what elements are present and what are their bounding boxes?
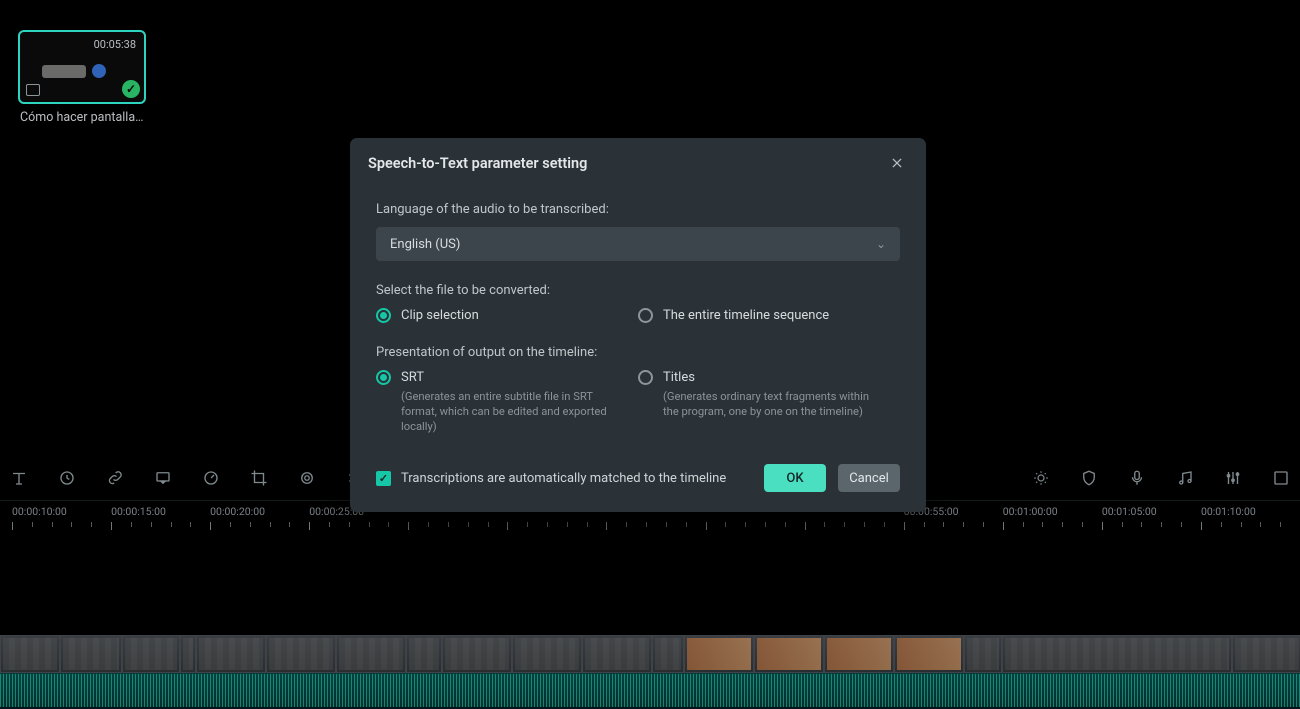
ruler-time-label: 00:01:05:00 xyxy=(1102,505,1157,518)
radio-on-icon xyxy=(376,308,391,323)
checkbox-on-icon: ✓ xyxy=(376,471,391,486)
timeline-clip[interactable] xyxy=(652,635,684,673)
radio-entire-timeline[interactable]: The entire timeline sequence xyxy=(638,308,900,323)
close-icon[interactable] xyxy=(886,152,908,174)
file-select-label: Select the file to be converted: xyxy=(376,283,900,298)
language-label: Language of the audio to be transcribed: xyxy=(376,202,900,217)
expand-icon[interactable] xyxy=(1270,467,1292,489)
timeline-clip[interactable] xyxy=(196,635,266,673)
cancel-button[interactable]: Cancel xyxy=(838,464,900,492)
media-thumbnail[interactable]: 00:05:38 ✓ Cómo hacer pantallas ... xyxy=(18,30,148,455)
radio-on-icon xyxy=(376,370,391,385)
ruler-time-label: 00:00:15:00 xyxy=(111,505,166,518)
audio-track[interactable] xyxy=(0,673,1300,707)
radio-titles[interactable]: Titles xyxy=(638,370,900,385)
radio-off-icon xyxy=(638,370,653,385)
crop-icon[interactable] xyxy=(248,467,270,489)
timeline-clip[interactable] xyxy=(1232,635,1300,673)
ruler-time-label: 00:00:10:00 xyxy=(12,505,67,518)
timeline-clip[interactable] xyxy=(406,635,442,673)
timeline-clip[interactable] xyxy=(512,635,582,673)
timeline-clip[interactable] xyxy=(582,635,652,673)
chevron-down-icon: ⌄ xyxy=(876,237,886,251)
timeline-clip[interactable] xyxy=(266,635,336,673)
speed-icon[interactable] xyxy=(200,467,222,489)
text-tool-icon[interactable] xyxy=(8,467,30,489)
timeline-clip[interactable] xyxy=(336,635,406,673)
ruler-time-label: 00:00:20:00 xyxy=(210,505,265,518)
timeline-clip[interactable] xyxy=(754,635,824,673)
modal-title: Speech-to-Text parameter setting xyxy=(368,155,587,172)
timeline-clip[interactable] xyxy=(442,635,512,673)
thumb-duration: 00:05:38 xyxy=(94,38,136,51)
srt-description: (Generates an entire subtitle file in SR… xyxy=(376,389,638,434)
radio-srt[interactable]: SRT xyxy=(376,370,638,385)
checkbox-label: Transcriptions are automatically matched… xyxy=(401,471,726,486)
speech-to-text-modal: Speech-to-Text parameter setting Languag… xyxy=(350,138,926,512)
timeline-clip[interactable] xyxy=(824,635,894,673)
mixer-icon[interactable] xyxy=(1222,467,1244,489)
aspect-icon xyxy=(26,84,40,96)
check-icon: ✓ xyxy=(122,80,140,98)
timeline-clip[interactable] xyxy=(894,635,964,673)
link-icon[interactable] xyxy=(104,467,126,489)
thumb-caption: Cómo hacer pantallas ... xyxy=(18,110,148,125)
timeline-clip[interactable] xyxy=(1002,635,1232,673)
thumb-preview-art xyxy=(42,65,86,78)
timeline-clip[interactable] xyxy=(60,635,122,673)
audio-waveform xyxy=(0,673,1300,707)
radio-clip-selection[interactable]: Clip selection xyxy=(376,308,638,323)
language-select[interactable]: English (US) ⌄ xyxy=(376,227,900,261)
brightness-icon[interactable] xyxy=(1030,467,1052,489)
output-label: Presentation of output on the timeline: xyxy=(376,345,900,360)
ok-button[interactable]: OK xyxy=(764,464,826,492)
mic-icon[interactable] xyxy=(1126,467,1148,489)
timeline-clip[interactable] xyxy=(0,635,60,673)
ruler-time-label: 00:01:00:00 xyxy=(1003,505,1058,518)
color-icon[interactable] xyxy=(296,467,318,489)
music-icon[interactable] xyxy=(1174,467,1196,489)
shield-icon[interactable] xyxy=(1078,467,1100,489)
timeline-clip[interactable] xyxy=(122,635,180,673)
auto-match-checkbox[interactable]: ✓ Transcriptions are automatically match… xyxy=(376,471,726,486)
screen-down-icon[interactable] xyxy=(152,467,174,489)
video-track[interactable] xyxy=(0,635,1300,673)
timeline-clip[interactable] xyxy=(964,635,1002,673)
history-icon[interactable] xyxy=(56,467,78,489)
thumb-preview-dot xyxy=(92,64,106,78)
radio-off-icon xyxy=(638,308,653,323)
titles-description: (Generates ordinary text fragments withi… xyxy=(638,389,900,419)
track-area xyxy=(0,635,1300,709)
timeline-clip[interactable] xyxy=(684,635,754,673)
ruler-time-label: 00:01:10:00 xyxy=(1201,505,1256,518)
timeline-clip[interactable] xyxy=(180,635,196,673)
language-value: English (US) xyxy=(390,237,460,252)
